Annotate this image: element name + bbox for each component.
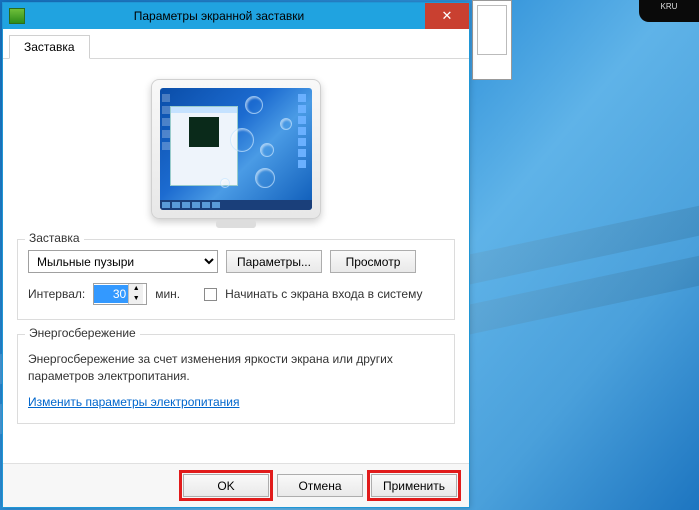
screensaver-select[interactable]: Мыльные пузыри	[28, 250, 218, 273]
lock-checkbox[interactable]	[204, 288, 217, 301]
legend-screensaver: Заставка	[25, 231, 84, 245]
interval-unit: мин.	[155, 287, 180, 301]
group-power: Энергосбережение Энергосбережение за сче…	[17, 334, 455, 424]
close-button[interactable]: ✕	[425, 3, 469, 29]
monitor-preview	[151, 79, 321, 219]
interval-input[interactable]	[94, 285, 128, 303]
dialog-footer: OK Отмена Применить	[3, 463, 469, 507]
screensaver-dialog: Параметры экранной заставки ✕ Заставка	[2, 2, 470, 508]
window-title: Параметры экранной заставки	[13, 9, 425, 23]
interval-spinner[interactable]: ▲ ▼	[93, 283, 147, 305]
spinner-down-icon[interactable]: ▼	[129, 294, 143, 304]
background-window	[472, 0, 512, 80]
preview-area	[17, 69, 455, 239]
lock-checkbox-label[interactable]: Начинать с экрана входа в систему	[225, 287, 422, 301]
settings-button[interactable]: Параметры...	[226, 250, 322, 273]
group-screensaver: Заставка Мыльные пузыри Параметры... Про…	[17, 239, 455, 320]
close-icon: ✕	[442, 8, 453, 24]
power-settings-link[interactable]: Изменить параметры электропитания	[28, 395, 239, 409]
apply-button[interactable]: Применить	[371, 474, 457, 497]
power-description: Энергосбережение за счет изменения яркос…	[28, 351, 444, 385]
legend-power: Энергосбережение	[25, 326, 140, 340]
spinner-up-icon[interactable]: ▲	[129, 284, 143, 294]
ok-button[interactable]: OK	[183, 474, 269, 497]
titlebar[interactable]: Параметры экранной заставки ✕	[3, 3, 469, 29]
cancel-button[interactable]: Отмена	[277, 474, 363, 497]
preview-button[interactable]: Просмотр	[330, 250, 416, 273]
tab-screensaver[interactable]: Заставка	[9, 35, 90, 59]
interval-label: Интервал:	[28, 287, 85, 301]
tab-strip: Заставка	[3, 29, 469, 59]
device-corner: KRU	[639, 0, 699, 22]
